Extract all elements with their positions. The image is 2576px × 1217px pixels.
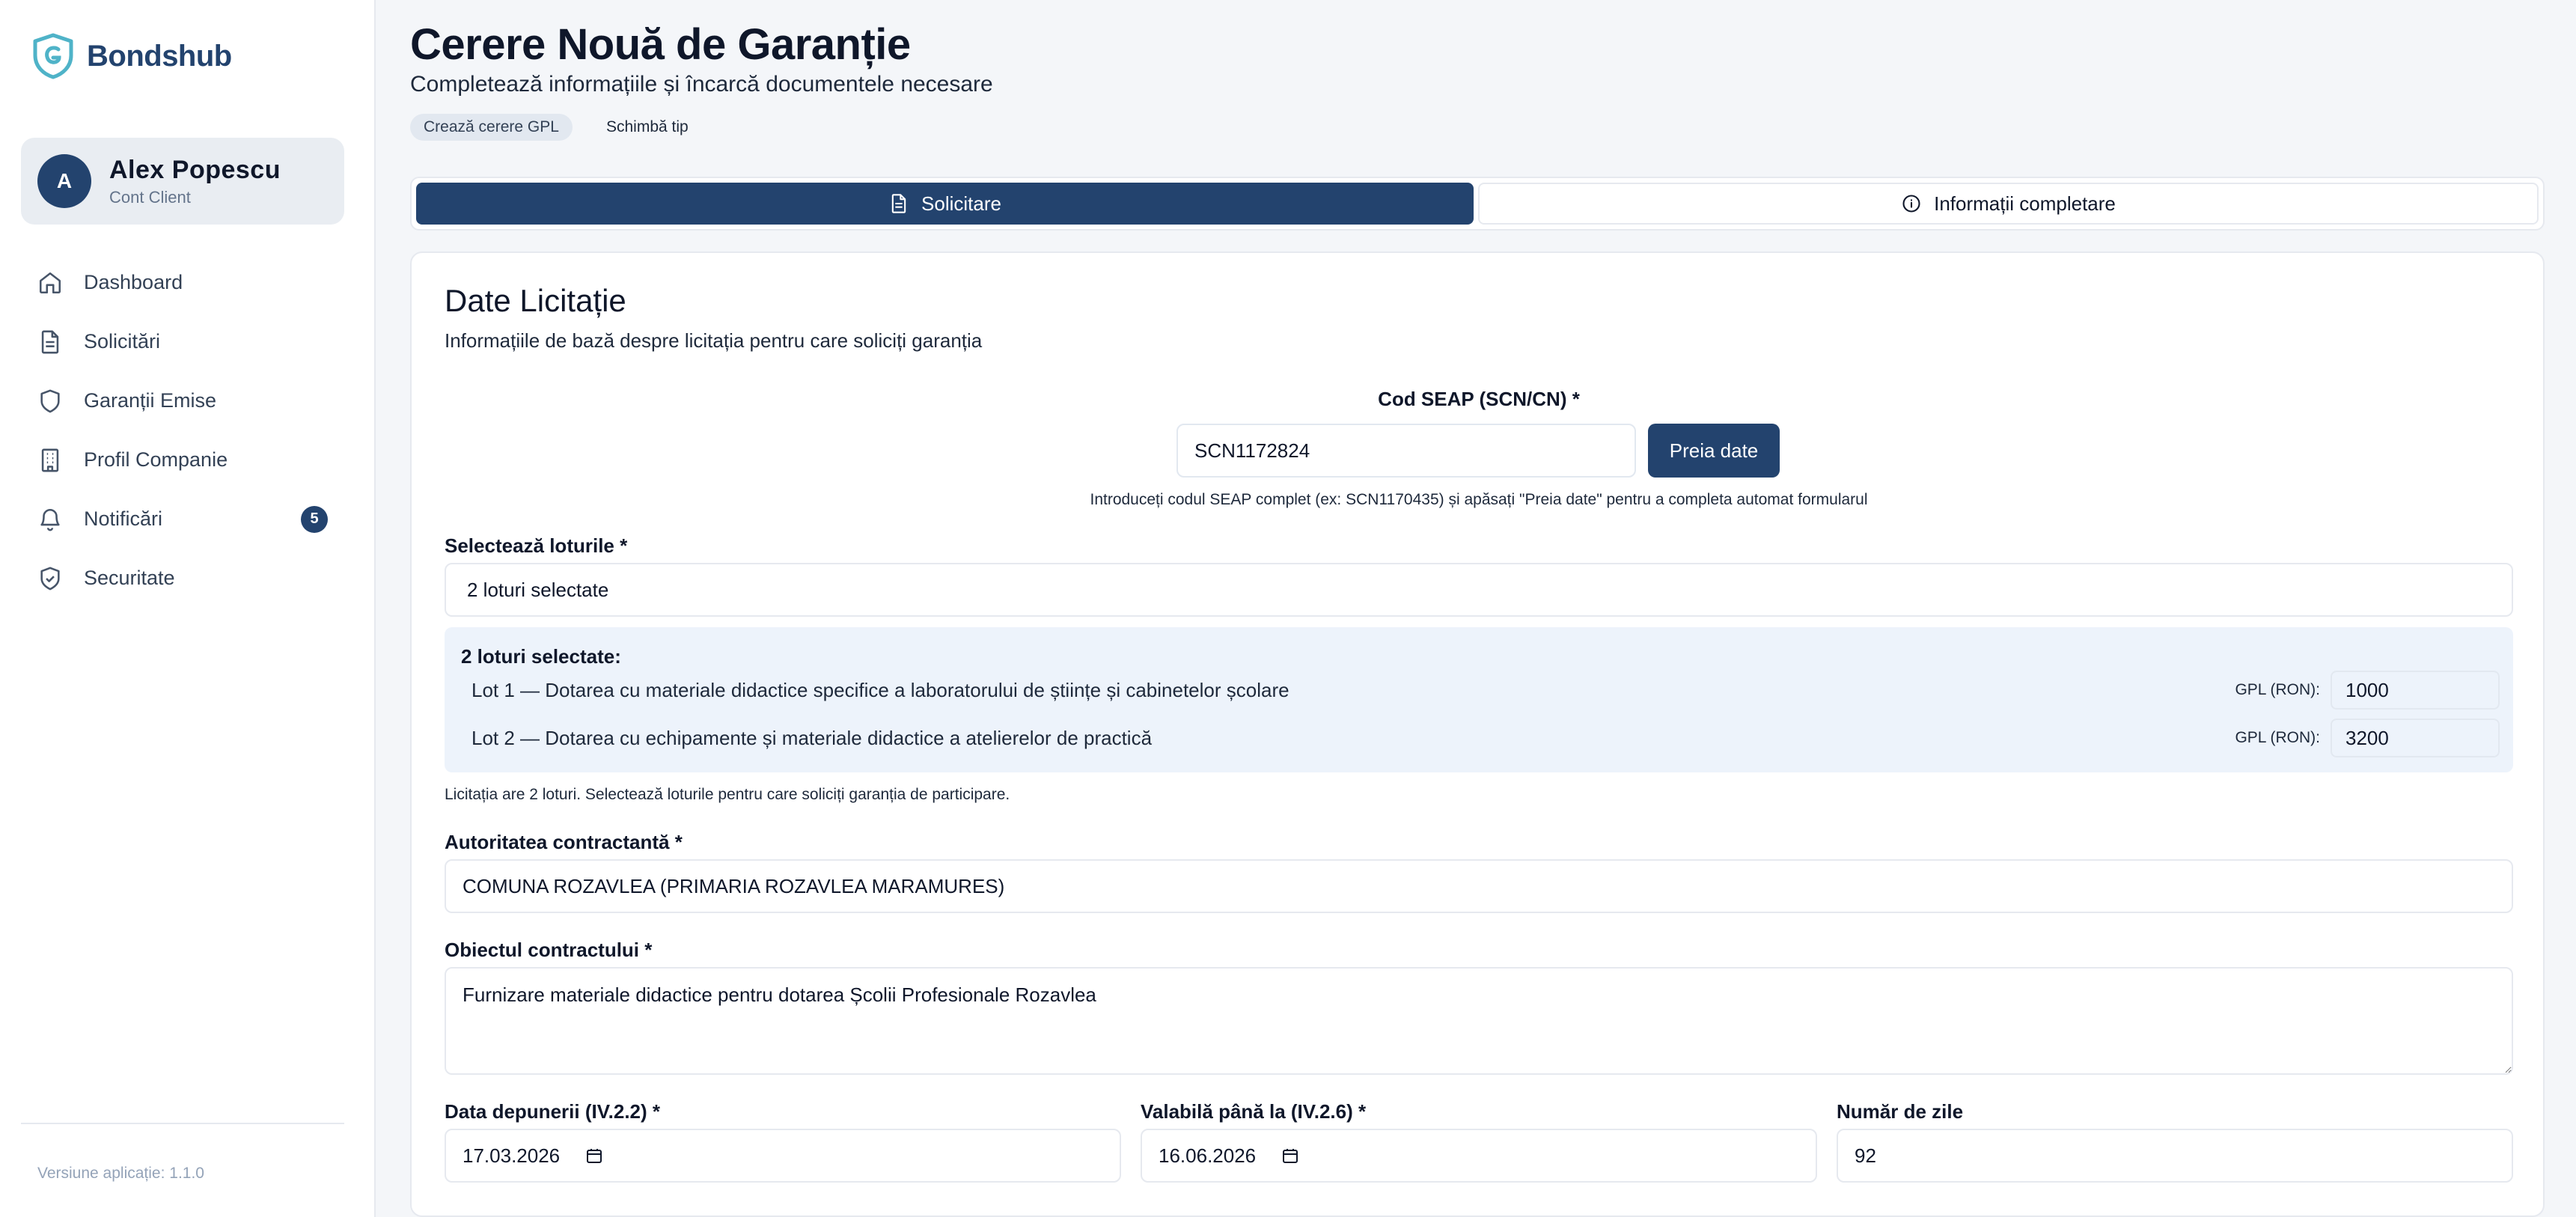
shield-logo-icon [33,33,73,79]
sidebar-item-garantii-emise[interactable]: Garanții Emise [21,371,344,430]
days-count-label: Număr de zile [1837,1100,1964,1123]
sidebar-item-label: Profil Companie [84,448,228,471]
info-icon [1902,195,1920,213]
lot-row: Lot 2 — Dotarea cu echipamente și materi… [471,719,2500,757]
request-type-chip: Crează cerere GPL [410,114,573,141]
sidebar-item-profil-companie[interactable]: Profil Companie [21,430,344,489]
brand-name: Bondshub [87,39,232,73]
fetch-data-button[interactable]: Preia date [1648,424,1780,478]
home-icon [37,270,63,296]
sidebar-divider [21,1123,344,1124]
sidebar-item-securitate[interactable]: Securitate [21,549,344,608]
authority-input[interactable]: COMUNA ROZAVLEA (PRIMARIA ROZAVLEA MARAM… [445,859,2513,913]
tab-label: Solicitare [921,192,1001,215]
lot-name: Lot 2 — Dotarea cu echipamente și materi… [471,726,1153,749]
document-icon [37,329,63,355]
selected-lots-title: 2 loturi selectate: [461,645,621,668]
sidebar-item-label: Notificări [84,507,163,530]
tab-label: Informații completare [1934,192,2116,215]
user-card[interactable]: A Alex Popescu Cont Client [21,138,344,225]
lot-gpl-input[interactable] [2331,671,2500,710]
lot-gpl-label: GPL (RON): [2235,681,2320,698]
document-icon [891,194,906,213]
avatar: A [37,154,91,208]
sidebar-item-notificari[interactable]: Notificări 5 [21,489,344,549]
lot-gpl-label: GPL (RON): [2235,729,2320,746]
selected-lots-panel: 2 loturi selectate: Lot 1 — Dotarea cu m… [445,627,2513,772]
auction-data-card: Date Licitație Informațiile de bază desp… [410,251,2545,1217]
app-version: Versiune aplicație: 1.1.0 [37,1165,204,1182]
sidebar-item-label: Solicitări [84,330,161,353]
page-subtitle: Completează informațiile și încarcă docu… [410,72,993,97]
form-tabs: Solicitare Informații completare [410,177,2545,231]
brand[interactable]: Bondshub [31,33,232,79]
page-title: Cerere Nouă de Garanție [410,20,911,69]
lot-gpl-input[interactable] [2331,719,2500,757]
change-type-link[interactable]: Schimbă tip [606,114,689,141]
seap-code-input[interactable] [1176,424,1636,478]
sidebar-item-dashboard[interactable]: Dashboard [21,253,344,312]
tab-solicitare[interactable]: Solicitare [416,183,1474,225]
tab-informatii-completare[interactable]: Informații completare [1478,183,2539,225]
submission-date-input[interactable]: 17.03.2026 [445,1129,1121,1183]
seap-code-help: Introduceți codul SEAP complet (ex: SCN1… [1090,491,1868,508]
calendar-icon[interactable] [585,1147,603,1165]
user-role: Cont Client [109,187,191,207]
shield-icon [37,388,63,414]
contract-object-textarea[interactable]: Furnizare materiale didactice pentru dot… [445,967,2513,1075]
bell-icon [37,507,63,532]
sidebar: Bondshub A Alex Popescu Cont Client Dash… [0,0,376,1217]
seap-code-label: Cod SEAP (SCN/CN) * [1378,388,1580,410]
sidebar-item-solicitari[interactable]: Solicitări [21,312,344,371]
authority-label: Autoritatea contractantă * [445,831,683,853]
date-value: 17.03.2026 [463,1144,561,1167]
section-title: Date Licitație [445,283,626,318]
submission-date-label: Data depunerii (IV.2.2) * [445,1100,661,1123]
valid-until-input[interactable]: 16.06.2026 [1141,1129,1817,1183]
sidebar-item-label: Dashboard [84,271,183,293]
lots-select[interactable]: 2 loturi selectate [445,563,2513,617]
date-value: 16.06.2026 [1159,1144,1257,1167]
lot-row: Lot 1 — Dotarea cu materiale didactice s… [471,671,2500,710]
user-name: Alex Popescu [109,155,281,184]
days-count-input[interactable]: 92 [1837,1129,2513,1183]
notification-count-badge: 5 [301,505,328,533]
valid-until-label: Valabilă până la (IV.2.6) * [1141,1100,1367,1123]
sidebar-nav: Dashboard Solicitări Garanții Emise Prof… [21,253,344,608]
lot-name: Lot 1 — Dotarea cu materiale didactice s… [471,678,1289,701]
sidebar-item-label: Securitate [84,567,175,589]
section-description: Informațiile de bază despre licitația pe… [445,329,983,352]
calendar-icon[interactable] [1281,1147,1299,1165]
sidebar-item-label: Garanții Emise [84,389,217,412]
building-icon [37,448,63,473]
lots-help: Licitația are 2 loturi. Selectează lotur… [445,786,1010,803]
lots-label: Selectează loturile * [445,534,628,557]
shield-check-icon [37,566,63,591]
contract-object-label: Obiectul contractului * [445,939,653,961]
